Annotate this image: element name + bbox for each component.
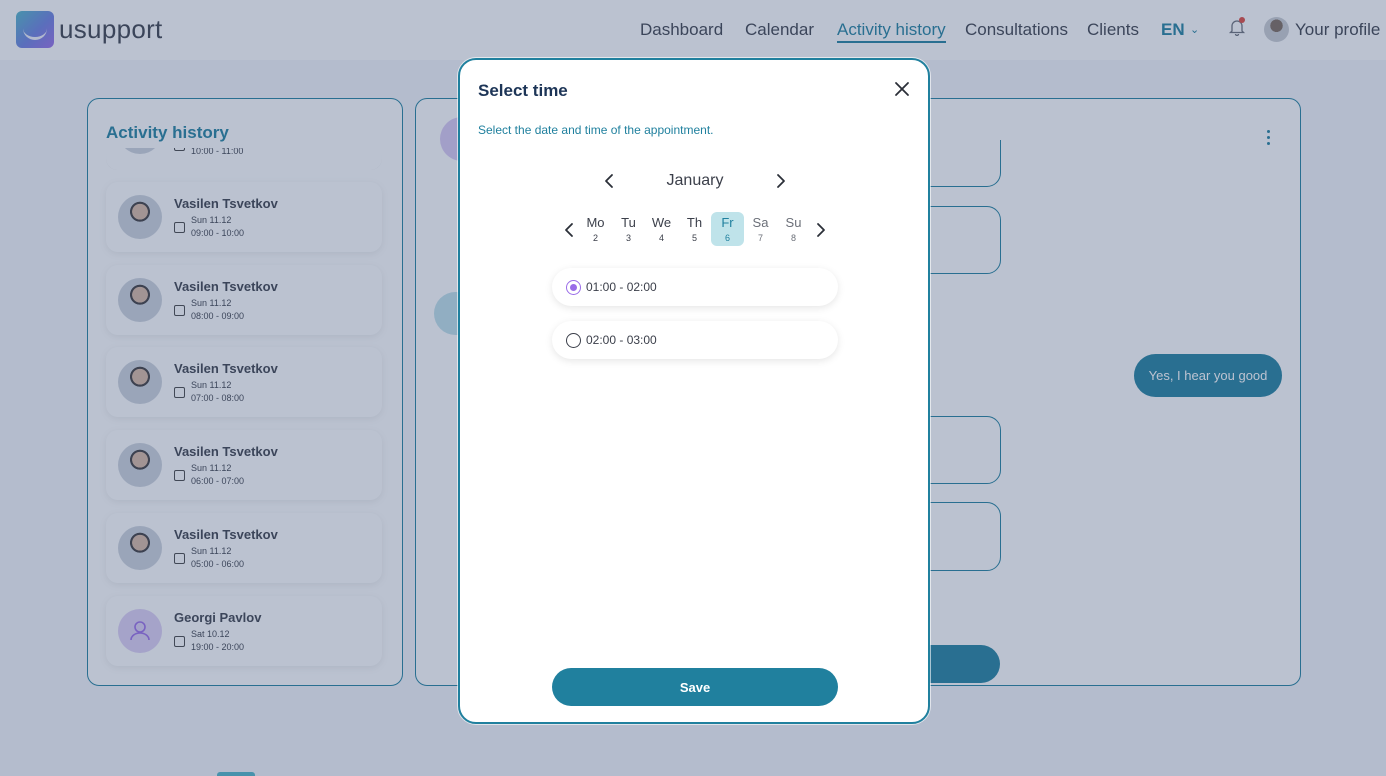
day-date: 8: [790, 233, 796, 243]
day-date: 2: [592, 233, 598, 243]
day-name: Mo: [586, 215, 605, 230]
day-date: 4: [658, 233, 664, 243]
close-icon[interactable]: [892, 79, 912, 99]
day-name: Th: [686, 215, 703, 230]
day-date: 6: [724, 233, 730, 243]
save-button[interactable]: Save: [552, 668, 838, 706]
day-date: 5: [691, 233, 697, 243]
day-saturday[interactable]: Sa 7: [744, 212, 777, 246]
day-sunday[interactable]: Su 8: [777, 212, 810, 246]
radio-unselected[interactable]: [566, 333, 581, 348]
day-name: Su: [785, 215, 802, 230]
time-slot-option[interactable]: 02:00 - 03:00: [552, 321, 838, 359]
day-name: Tu: [621, 215, 636, 230]
radio-selected[interactable]: [566, 280, 581, 295]
day-name: We: [651, 215, 672, 230]
previous-month-icon[interactable]: [601, 172, 619, 190]
time-slot-option[interactable]: 01:00 - 02:00: [552, 268, 838, 306]
day-thursday[interactable]: Th 5: [678, 212, 711, 246]
next-week-icon[interactable]: [811, 221, 829, 239]
next-month-icon[interactable]: [771, 172, 789, 190]
day-date: 7: [757, 233, 763, 243]
modal-subtitle: Select the date and time of the appointm…: [478, 123, 714, 137]
day-friday-selected[interactable]: Fr 6: [711, 212, 744, 246]
day-date: 3: [625, 233, 631, 243]
time-slot-label: 01:00 - 02:00: [586, 280, 657, 294]
day-monday[interactable]: Mo 2: [579, 212, 612, 246]
previous-week-icon[interactable]: [561, 221, 579, 239]
day-name: Fr: [721, 215, 734, 230]
day-wednesday[interactable]: We 4: [645, 212, 678, 246]
day-tuesday[interactable]: Tu 3: [612, 212, 645, 246]
day-name: Sa: [752, 215, 769, 230]
month-label: January: [666, 172, 724, 189]
select-time-modal: Select time Select the date and time of …: [458, 58, 930, 724]
modal-title: Select time: [478, 81, 568, 100]
time-slot-label: 02:00 - 03:00: [586, 333, 657, 347]
